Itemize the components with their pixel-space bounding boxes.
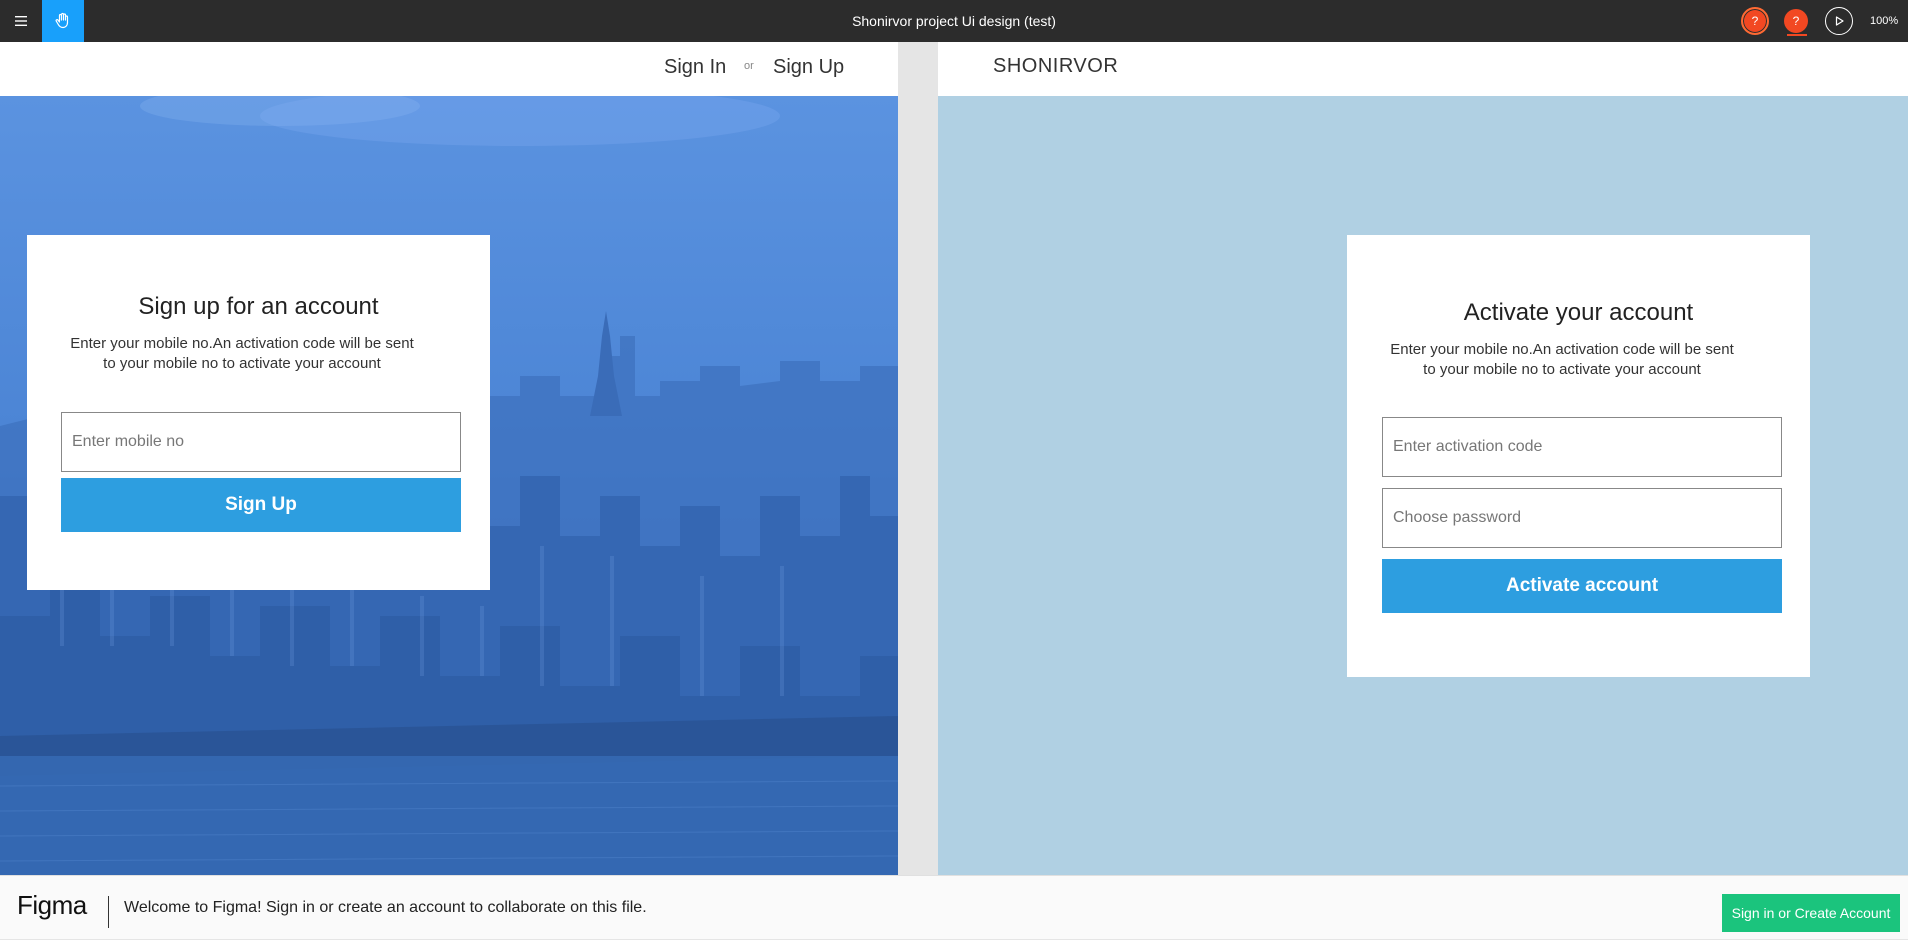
description-line: Enter your mobile no.An activation code … <box>1390 341 1734 358</box>
password-input[interactable] <box>1393 509 1781 527</box>
description-line: to your mobile no to activate your accou… <box>1423 361 1701 378</box>
card-title: Activate your account <box>1463 299 1694 326</box>
signup-frame: Sign In or Sign Up Sign up for an accoun… <box>0 42 898 875</box>
hamburger-icon[interactable] <box>0 0 42 42</box>
user-avatar[interactable]: ? <box>1741 7 1769 35</box>
description-line: to your mobile no to activate your accou… <box>103 355 381 372</box>
figma-logo: Figma <box>17 890 87 920</box>
password-field[interactable] <box>1382 488 1782 548</box>
activation-code-field[interactable] <box>1382 417 1782 477</box>
sign-in-link[interactable]: Sign In <box>664 56 726 79</box>
card-title: Sign up for an account <box>138 293 379 320</box>
activate-frame: SHONIRVOR Activate your account Enter yo… <box>938 42 1908 875</box>
active-user-indicator <box>1787 34 1807 36</box>
or-separator: or <box>744 60 754 72</box>
zoom-level: 100% <box>1870 15 1899 27</box>
frame-header: Sign In or Sign Up <box>0 42 898 96</box>
design-canvas[interactable]: Sign In or Sign Up Sign up for an accoun… <box>0 42 1908 875</box>
sign-up-link[interactable]: Sign Up <box>773 56 844 79</box>
city-background-image: Sign up for an account Enter your mobile… <box>0 96 898 875</box>
mobile-number-input[interactable] <box>72 433 460 451</box>
play-icon[interactable] <box>1825 7 1853 35</box>
divider <box>108 896 109 928</box>
frame-header: SHONIRVOR <box>938 42 1908 96</box>
card-description: Enter your mobile no.An activation code … <box>1347 340 1777 380</box>
welcome-banner: Figma Welcome to Figma! Sign in or creat… <box>0 875 1908 939</box>
activation-code-input[interactable] <box>1393 438 1781 456</box>
zoom-dropdown[interactable]: 100% <box>1870 0 1908 66</box>
sign-up-button[interactable]: Sign Up <box>61 478 461 532</box>
signup-card: Sign up for an account Enter your mobile… <box>27 235 490 590</box>
activate-account-button[interactable]: Activate account <box>1382 559 1782 613</box>
card-description: Enter your mobile no.An activation code … <box>27 334 457 374</box>
description-line: Enter your mobile no.An activation code … <box>70 335 414 352</box>
brand-logo: SHONIRVOR <box>993 55 1119 77</box>
welcome-message: Welcome to Figma! Sign in or create an a… <box>124 899 647 916</box>
file-title: Shonirvor project Ui design (test) <box>852 13 1056 29</box>
frame-background: Activate your account Enter your mobile … <box>938 96 1908 875</box>
toolbar: Shonirvor project Ui design (test) ? ? 1… <box>0 0 1908 66</box>
hand-tool-icon[interactable] <box>42 0 84 42</box>
user-avatar[interactable]: ? <box>1784 9 1808 33</box>
activate-card: Activate your account Enter your mobile … <box>1347 235 1810 677</box>
mobile-number-field[interactable] <box>61 412 461 472</box>
sign-in-create-account-button[interactable]: Sign in or Create Account <box>1722 894 1900 932</box>
